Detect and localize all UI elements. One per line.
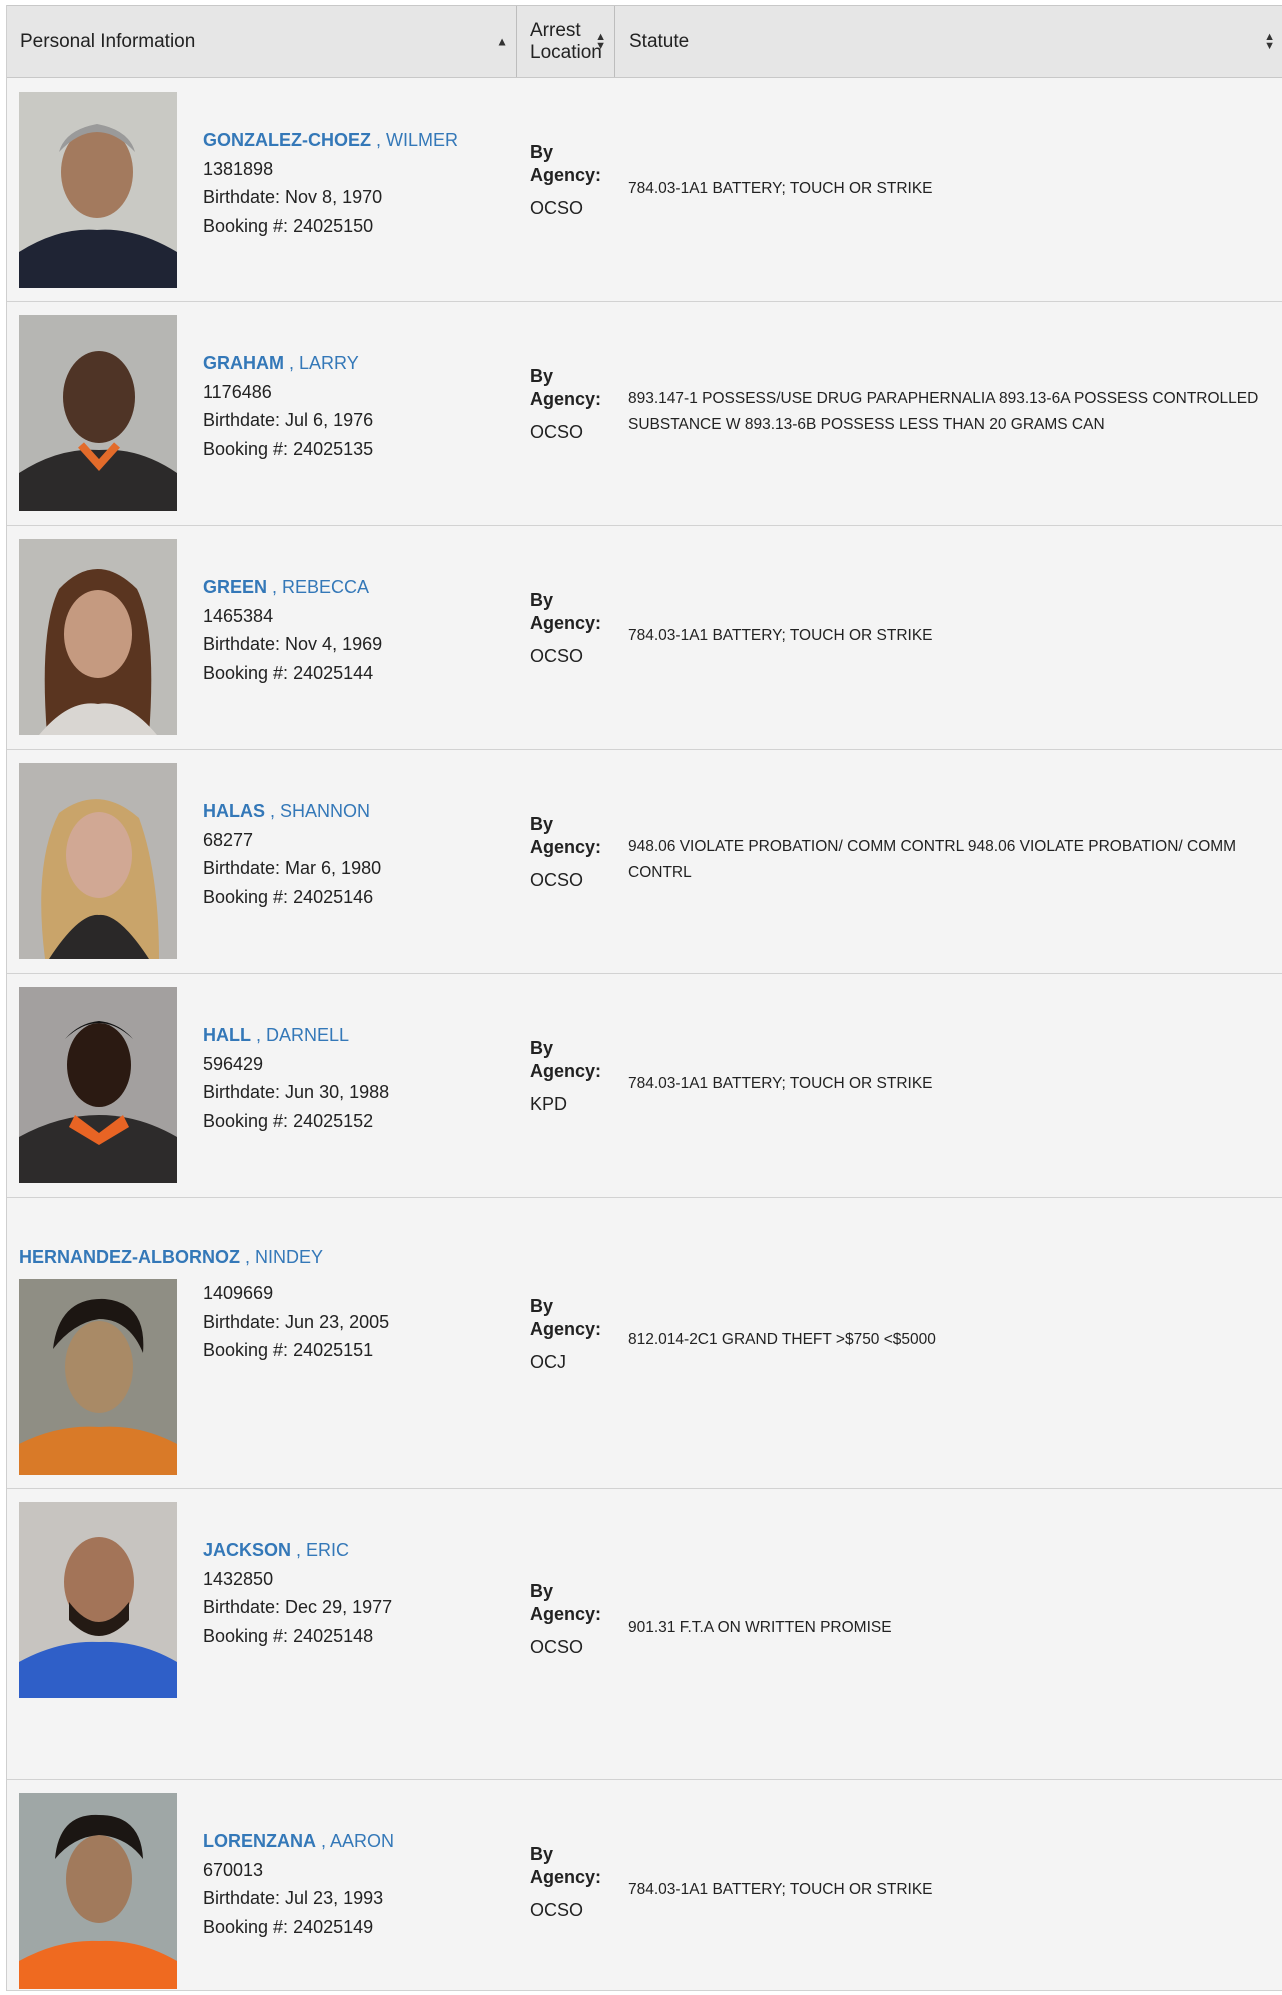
statute-text: 784.03-1A1 BATTERY; TOUCH OR STRIKE (628, 1075, 933, 1092)
personal-info: 1409669 Birthdate: Jun 23, 2005 Booking … (203, 1279, 389, 1365)
personal-info: HALAS , SHANNON 68277 Birthdate: Mar 6, … (203, 797, 381, 911)
col-arrest-location[interactable]: Arrest Location ▲ ▼ (517, 6, 615, 77)
agency-value: OCSO (530, 870, 584, 890)
mugshot-photo[interactable] (19, 1793, 177, 1989)
sort-both-icon: ▲ ▼ (595, 30, 606, 52)
booking-number: Booking #: 24025144 (203, 662, 374, 683)
inmate-id: 1381898 (203, 158, 274, 179)
table-header: Personal Information ▲ Arrest Location ▲… (7, 5, 1282, 78)
inmate-id: 1432850 (203, 1568, 274, 1589)
col-personal-information[interactable]: Personal Information ▲ (7, 6, 517, 77)
table-row: LORENZANA , AARON 670013 Birthdate: Jul … (7, 1780, 1282, 1991)
col-statute[interactable]: Statute ▲ ▼ (615, 6, 1282, 77)
arrest-agency: By Agency: OCJ (530, 1296, 602, 1372)
agency-value: KPD (530, 1094, 568, 1114)
table-row: GONZALEZ-CHOEZ , WILMER 1381898 Birthdat… (7, 78, 1282, 302)
inmate-name-link[interactable]: GRAHAM , LARRY (203, 353, 359, 373)
booking-number: Booking #: 24025135 (203, 438, 374, 459)
inmate-id: 68277 (203, 829, 254, 850)
mugshot-photo[interactable] (19, 1279, 177, 1475)
booking-number: Booking #: 24025150 (203, 215, 374, 236)
inmate-name-link[interactable]: GREEN , REBECCA (203, 577, 369, 597)
mugshot-photo[interactable] (19, 539, 177, 735)
arrest-agency: By Agency: OCSO (530, 142, 602, 218)
table-row: HALL , DARNELL 596429 Birthdate: Jun 30,… (7, 974, 1282, 1198)
arrest-agency: By Agency: OCSO (530, 814, 602, 890)
inmate-name-link[interactable]: HALL , DARNELL (203, 1025, 349, 1045)
mugshot-photo[interactable] (19, 315, 177, 511)
inmate-name-link[interactable]: HERNANDEZ-ALBORNOZ , NINDEY (19, 1247, 323, 1267)
arrest-agency: By Agency: OCSO (530, 590, 602, 666)
col-arrest-label-line1: Arrest (530, 19, 581, 41)
booking-number: Booking #: 24025148 (203, 1625, 374, 1646)
inmate-name-link[interactable]: LORENZANA , AARON (203, 1831, 394, 1851)
personal-info: LORENZANA , AARON 670013 Birthdate: Jul … (203, 1827, 394, 1941)
arrest-agency: By Agency: KPD (530, 1038, 602, 1114)
agency-value: OCSO (530, 1637, 584, 1657)
statute-text: 784.03-1A1 BATTERY; TOUCH OR STRIKE (628, 1881, 933, 1898)
birthdate: Birthdate: Jun 23, 2005 (203, 1311, 390, 1332)
inmate-id: 596429 (203, 1053, 264, 1074)
booking-number: Booking #: 24025151 (203, 1340, 374, 1360)
birthdate: Birthdate: Jul 23, 1993 (203, 1888, 384, 1908)
table-row: HALAS , SHANNON 68277 Birthdate: Mar 6, … (7, 750, 1282, 974)
personal-info: GRAHAM , LARRY 1176486 Birthdate: Jul 6,… (203, 349, 373, 463)
mugshot-photo[interactable] (19, 987, 177, 1183)
agency-value: OCSO (530, 422, 584, 442)
birthdate: Birthdate: Jun 30, 1988 (203, 1082, 390, 1102)
sort-asc-icon: ▲ (496, 34, 508, 48)
table-row: HERNANDEZ-ALBORNOZ , NINDEY 1409669 Birt… (7, 1198, 1282, 1489)
personal-info: GONZALEZ-CHOEZ , WILMER 1381898 Birthdat… (203, 126, 458, 240)
statute-text: 901.31 F.T.A ON WRITTEN PROMISE (628, 1619, 892, 1636)
inmate-name-link[interactable]: GONZALEZ-CHOEZ , WILMER (203, 130, 458, 150)
statute-text: 784.03-1A1 BATTERY; TOUCH OR STRIKE (628, 180, 933, 197)
statute-text: 893.147-1 POSSESS/USE DRUG PARAPHERNALIA… (628, 390, 1259, 433)
sort-both-icon: ▲ ▼ (1264, 30, 1275, 52)
arrest-agency: By Agency: OCSO (530, 1581, 602, 1657)
table-row: JACKSON , ERIC 1432850 Birthdate: Dec 29… (7, 1489, 1282, 1780)
full-name-line: HERNANDEZ-ALBORNOZ , NINDEY (19, 1247, 323, 1268)
birthdate: Birthdate: Nov 8, 1970 (203, 187, 383, 207)
table-row: GREEN , REBECCA 1465384 Birthdate: Nov 4… (7, 526, 1282, 750)
inmate-id: 670013 (203, 1859, 264, 1880)
inmate-name-link[interactable]: JACKSON , ERIC (203, 1540, 349, 1560)
birthdate: Birthdate: Dec 29, 1977 (203, 1597, 393, 1617)
birthdate: Birthdate: Mar 6, 1980 (203, 858, 382, 878)
inmate-id: 1176486 (203, 381, 272, 402)
inmate-name-link[interactable]: HALAS , SHANNON (203, 801, 370, 821)
inmate-id: 1409669 (203, 1283, 274, 1303)
col-arrest-label-line2: Location (530, 41, 602, 63)
personal-info: HALL , DARNELL 596429 Birthdate: Jun 30,… (203, 1021, 389, 1135)
booking-number: Booking #: 24025149 (203, 1916, 374, 1937)
mugshot-photo[interactable] (19, 763, 177, 959)
statute-text: 812.014-2C1 GRAND THEFT >$750 <$5000 (628, 1331, 936, 1348)
inmate-table: Personal Information ▲ Arrest Location ▲… (6, 5, 1282, 1991)
agency-value: OCSO (530, 646, 584, 666)
personal-info: GREEN , REBECCA 1465384 Birthdate: Nov 4… (203, 573, 382, 687)
statute-text: 784.03-1A1 BATTERY; TOUCH OR STRIKE (628, 627, 933, 644)
birthdate: Birthdate: Jul 6, 1976 (203, 410, 374, 430)
booking-number: Booking #: 24025152 (203, 1110, 374, 1131)
booking-number: Booking #: 24025146 (203, 886, 374, 907)
mugshot-photo[interactable] (19, 1502, 177, 1698)
personal-info: JACKSON , ERIC 1432850 Birthdate: Dec 29… (203, 1536, 392, 1650)
inmate-id: 1465384 (203, 605, 274, 626)
agency-value: OCSO (530, 198, 584, 218)
agency-value: OCSO (530, 1900, 584, 1920)
birthdate: Birthdate: Nov 4, 1969 (203, 634, 383, 654)
arrest-agency: By Agency: OCSO (530, 1844, 602, 1920)
statute-text: 948.06 VIOLATE PROBATION/ COMM CONTRL 94… (628, 838, 1237, 881)
col-personal-label: Personal Information (20, 30, 196, 52)
table-row: GRAHAM , LARRY 1176486 Birthdate: Jul 6,… (7, 302, 1282, 526)
mugshot-photo[interactable] (19, 92, 177, 288)
arrest-agency: By Agency: OCSO (530, 366, 602, 442)
agency-value: OCJ (530, 1352, 566, 1372)
col-statute-label: Statute (629, 30, 690, 52)
